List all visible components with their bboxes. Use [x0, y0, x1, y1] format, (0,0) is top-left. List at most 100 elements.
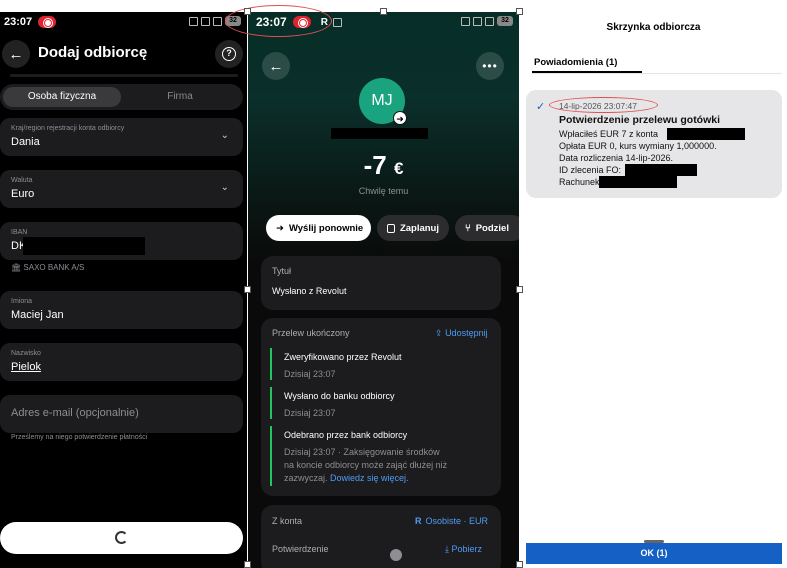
inbox-screen: Skrzynka odbiorcza Powiadomienia (1) ✓ 1…	[520, 12, 787, 568]
bank-icon: 🏛	[11, 263, 22, 272]
check-icon: ✓	[536, 101, 546, 113]
amount-value: -7	[363, 150, 387, 180]
arrow-left-icon: ←	[8, 45, 24, 63]
split-button[interactable]: ⑂ Podziel	[455, 215, 519, 241]
iban-field[interactable]: IBAN DK	[0, 222, 243, 260]
from-account-value[interactable]: R Osobiste · EUR	[415, 516, 488, 526]
chevron-down-icon: ⌄	[220, 182, 229, 193]
notification-line: Data rozliczenia 14-lip-2026.	[559, 153, 674, 163]
split-label: Podziel	[475, 222, 509, 234]
ok-button[interactable]: OK (1)	[526, 543, 782, 564]
confirmation-label: Potwierdzenie	[272, 544, 329, 554]
mute-icon	[189, 16, 198, 26]
status-icons: 32	[461, 16, 513, 26]
arrow-left-icon: ←	[268, 57, 284, 75]
notification-line: Wpłaciłeś EUR 7 z konta	[559, 129, 659, 139]
battery-icon: 32	[497, 16, 513, 26]
redaction-bar	[331, 128, 428, 139]
wifi-icon	[201, 16, 210, 26]
step-note-end: zazwyczaj.	[284, 473, 328, 483]
currency-symbol: €	[393, 159, 404, 178]
title-label: Tytuł	[272, 266, 292, 276]
header: ← Dodaj odbiorcę ?	[0, 40, 247, 68]
scroll-fade	[10, 74, 238, 77]
transfer-time: Chwilę temu	[358, 186, 409, 196]
details-card: Z konta R Osobiste · EUR Potwierdzenie ⤓ …	[261, 505, 501, 568]
download-confirmation-button[interactable]: ⤓ Pobierz	[445, 544, 482, 555]
page-title: Skrzynka odbiorcza	[606, 22, 701, 33]
last-name-field[interactable]: Nazwisko Pielok	[0, 343, 243, 381]
last-name-value: Pielok	[11, 361, 41, 373]
country-label: Kraj/region rejestracji konta odbiorcy	[11, 125, 125, 132]
email-field[interactable]: Adres e-mail (opcjonalnie)	[0, 395, 243, 433]
help-button[interactable]: ?	[215, 40, 243, 68]
wifi-icon	[473, 16, 482, 26]
step-title: Zweryfikowano przez Revolut	[284, 352, 402, 362]
status-bar: 23:07 32	[0, 12, 247, 32]
share-link[interactable]: ⇪ Udostępnij	[435, 328, 488, 339]
timeline-bar	[270, 387, 272, 419]
step-title: Wysłano do banku odbiorcy	[284, 391, 395, 401]
revolut-r-icon: R	[415, 516, 422, 526]
selection-handle[interactable]	[380, 8, 387, 15]
split-icon: ⑂	[465, 222, 471, 234]
chevron-down-icon: ⌄	[220, 130, 229, 141]
step-time: Dzisiaj 23:07	[284, 408, 336, 418]
back-button[interactable]: ←	[262, 52, 290, 80]
timeline-bar	[270, 348, 272, 380]
schedule-button[interactable]: Zaplanuj	[377, 215, 449, 241]
redaction-bar	[625, 164, 697, 176]
redaction-bar	[23, 237, 145, 255]
notification-line: Opłata EUR 0, kurs wymiany 1,000000.	[559, 141, 717, 151]
divider	[532, 73, 782, 74]
first-name-value: Maciej Jan	[11, 309, 64, 321]
tab-notifications[interactable]: Powiadomienia (1)	[534, 57, 617, 68]
learn-more-link[interactable]: Dowiedz się więcej.	[330, 473, 409, 483]
question-circle-icon: ?	[222, 47, 236, 61]
tab-individual[interactable]: Osoba fizyczna	[3, 87, 121, 107]
resend-button[interactable]: ➜ Wyślij ponownie	[266, 215, 371, 241]
continue-button[interactable]	[0, 522, 243, 554]
title-card: Tytuł Wysłano z Revolut	[261, 256, 501, 310]
transfer-status-card: Przelew ukończony ⇪ Udostępnij Zweryfiko…	[261, 318, 501, 496]
selection-handle[interactable]	[244, 8, 251, 15]
first-name-label: Imiona	[11, 298, 33, 305]
currency-value: Euro	[11, 188, 35, 200]
selection-handle[interactable]	[516, 286, 523, 293]
download-icon: ⤓	[445, 544, 449, 554]
currency-select[interactable]: Waluta Euro ⌄	[0, 170, 243, 208]
add-recipient-screen: 23:07 32 ← Dodaj odbiorcę ? Osoba fizycz…	[0, 12, 247, 568]
signal-icon	[213, 16, 222, 26]
loading-spinner-icon	[115, 531, 128, 544]
home-indicator	[390, 549, 402, 561]
more-button[interactable]: •••	[476, 52, 504, 80]
tab-company[interactable]: Firma	[121, 87, 239, 107]
country-value: Dania	[11, 136, 40, 148]
screen-record-icon	[38, 16, 57, 28]
step-note: zazwyczaj. Dowiedz się więcej.	[284, 473, 409, 483]
email-note: Prześlemy na niego potwierdzenie płatnoś…	[11, 434, 148, 441]
notification-title: Potwierdzenie przelewu gotówki	[559, 114, 721, 126]
download-label: Pobierz	[451, 544, 483, 554]
highlight-ellipse	[549, 97, 658, 113]
selection-handle[interactable]	[244, 561, 251, 568]
selection-handle[interactable]	[516, 8, 523, 15]
first-name-field[interactable]: Imiona Maciej Jan	[0, 291, 243, 329]
selection-handle[interactable]	[516, 561, 523, 568]
notification-line: Rachunek:	[559, 177, 603, 187]
last-name-label: Nazwisko	[11, 350, 41, 357]
transfer-details-screen: 23:07 R 32 ← ••• MJ ➜ -7 € Chwilę temu ➜…	[248, 12, 519, 568]
page-title: Dodaj odbiorcę	[38, 44, 148, 61]
signal-icon	[485, 16, 494, 26]
selection-handle[interactable]	[244, 286, 251, 293]
back-button[interactable]: ←	[2, 40, 30, 68]
country-select[interactable]: Kraj/region rejestracji konta odbiorcy D…	[0, 118, 243, 156]
resend-label: Wyślij ponownie	[288, 222, 364, 234]
notification-icon	[332, 17, 342, 27]
highlight-ellipse	[225, 5, 332, 37]
timeline-bar	[270, 426, 272, 486]
title-value: Wysłano z Revolut	[272, 286, 347, 296]
transfer-arrow-icon: ➜	[393, 111, 407, 125]
iban-label: IBAN	[11, 229, 28, 236]
currency-label: Waluta	[11, 177, 33, 184]
